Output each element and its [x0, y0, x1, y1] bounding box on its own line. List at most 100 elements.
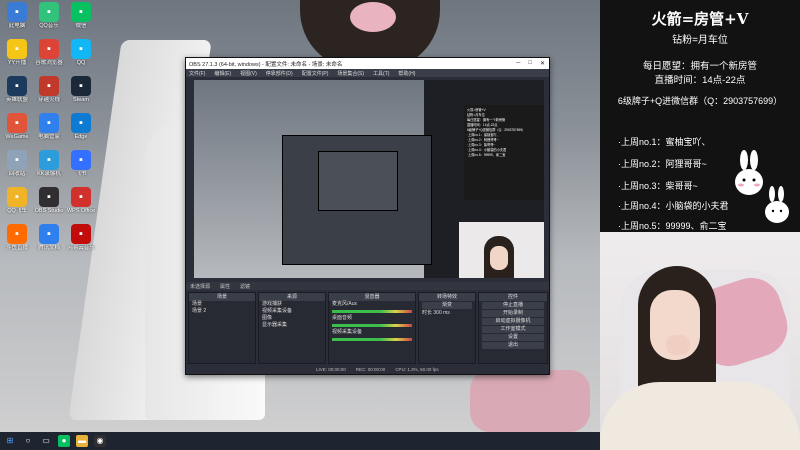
- transition-select[interactable]: 渐变: [422, 302, 472, 309]
- minimize-icon[interactable]: ─: [516, 60, 520, 67]
- scenes-dock: 场景 场景 场景 2: [188, 292, 256, 364]
- maximize-icon[interactable]: □: [528, 60, 532, 67]
- webcam-hand: [666, 335, 690, 355]
- mixer-dock: 混音器 麦克风/Aux 桌面音频 视频采集设备: [328, 292, 416, 364]
- sources-dock-title: 来源: [259, 293, 325, 301]
- taskbar: ⊞ ○ ▭ ● ▬ ◉: [0, 432, 600, 450]
- desktop-icon-label: 回收站: [8, 171, 26, 177]
- menu-tools[interactable]: 工具(T): [373, 70, 389, 77]
- audio-meter: [332, 338, 412, 341]
- webcam-sweater: [600, 382, 800, 450]
- scene-item[interactable]: 场景: [189, 301, 255, 308]
- desktop-icon-label: 斗鱼直播: [5, 245, 28, 251]
- preview-nested-obs: [282, 135, 432, 265]
- menu-view[interactable]: 视图(V): [240, 70, 257, 77]
- desktop-icon[interactable]: ▪ WeGame: [0, 113, 34, 141]
- wegame-icon: ▪: [7, 113, 27, 133]
- desktop-icon[interactable]: ▪ YY开播: [0, 39, 34, 67]
- obs-titlebar[interactable]: OBS 27.1.3 (64-bit, windows) - 配置文件: 未命名…: [186, 58, 549, 69]
- wallpaper-pink-cushion: [470, 370, 590, 432]
- scene-item[interactable]: 场景 2: [189, 308, 255, 315]
- close-icon[interactable]: ✕: [540, 60, 545, 67]
- source-item[interactable]: 游戏捕获: [259, 301, 325, 308]
- obs-window[interactable]: OBS 27.1.3 (64-bit, windows) - 配置文件: 未命名…: [185, 57, 550, 375]
- properties-button[interactable]: 属性: [220, 283, 230, 290]
- explorer-icon[interactable]: ▬: [76, 435, 88, 447]
- desktop-icon[interactable]: ▪ 此电脑: [0, 2, 34, 30]
- steam-icon: ▪: [71, 76, 91, 96]
- preview-webcam: [459, 222, 544, 278]
- cpu-status: CPU: 1.3%, 60.00 fps: [395, 366, 439, 372]
- preview-nested-obs-inner: [318, 151, 398, 211]
- stop-streaming-button[interactable]: 停止直播: [482, 302, 544, 309]
- feishu-icon: ▪: [71, 150, 91, 170]
- audio-meter: [332, 310, 412, 313]
- desktop-icon[interactable]: ▪ 英雄联盟: [0, 76, 34, 104]
- obs-source-toolbar: 未选择源 属性 滤镜: [186, 282, 549, 290]
- desktop-icon[interactable]: ▪ QQ: [64, 39, 98, 67]
- desktop-icon[interactable]: ▪ QQ音乐: [32, 2, 66, 30]
- bunny-sticker-small-icon: [765, 186, 789, 223]
- qq-icon: ▪: [71, 39, 91, 59]
- desktop-icon[interactable]: ▪ 穿越火线: [32, 76, 66, 104]
- filters-button[interactable]: 滤镜: [240, 283, 250, 290]
- obs-preview-canvas[interactable]: 火箭=房管+V 钻粉=月车位 每日愿望：拥有一个新房管 直播时间：14点-22点…: [194, 80, 544, 278]
- desktop-icon[interactable]: ▪ 回收站: [0, 150, 34, 178]
- screen: ▪ 此电脑 ▪ YY开播 ▪ 英雄联盟 ▪ WeGame ▪ 回收站 ▪ QQ飞车 ▪ 斗鱼直播 ▪ QQ音乐…: [0, 0, 800, 450]
- settings-button[interactable]: 设置: [482, 334, 544, 341]
- desktop-icon-label: QQ: [76, 60, 86, 66]
- desktop-icon[interactable]: ▪ Edge: [64, 113, 98, 141]
- menu-file[interactable]: 文件(F): [189, 70, 205, 77]
- source-item[interactable]: 图像: [259, 315, 325, 322]
- start-icon[interactable]: ⊞: [4, 435, 16, 447]
- wechat-icon: ▪: [71, 2, 91, 22]
- obs-menubar: 文件(F) 编辑(E) 视图(V) 停靠部件(D) 配置文件(P) 场景集合(S…: [186, 69, 549, 77]
- desktop-icon-label: KK录像机: [37, 171, 61, 177]
- transition-duration[interactable]: 时长 300 ms: [419, 310, 475, 317]
- preview-sign-rank: ·上周no.5：99999、俞二宝: [467, 153, 506, 157]
- chrome-icon: ▪: [39, 39, 59, 59]
- desktop-icon[interactable]: ▪ 谷歌浏览器: [32, 39, 66, 67]
- desktop-icon[interactable]: ▪ 网易云音乐: [64, 224, 98, 252]
- sign-rank-3: ·上周no.3：柴哥哥~: [618, 181, 698, 191]
- desktop-icon[interactable]: ▪ Steam: [64, 76, 98, 104]
- desktop-icon[interactable]: ▪ KK录像机: [32, 150, 66, 178]
- desktop-icon[interactable]: ▪ OBS Studio: [32, 187, 66, 215]
- preview-sign-panel: 火箭=房管+V 钻粉=月车位 每日愿望：拥有一个新房管 直播时间：14点-22点…: [464, 105, 544, 200]
- menu-help[interactable]: 帮助(H): [398, 70, 415, 77]
- sign-subtitle: 钻粉=月车位: [672, 35, 728, 46]
- desktop-icon[interactable]: ▪ 微信: [64, 2, 98, 30]
- desktop-icon-label: 飞书: [75, 171, 87, 177]
- exit-button[interactable]: 退出: [482, 342, 544, 349]
- sign-hours: 直播时间：14点-22点: [654, 75, 746, 86]
- desktop-icon-label: 网易云音乐: [67, 245, 95, 251]
- menu-scene-collection[interactable]: 场景集合(S): [337, 70, 364, 77]
- menu-docks[interactable]: 停靠部件(D): [266, 70, 293, 77]
- task-view-icon[interactable]: ▭: [40, 435, 52, 447]
- desktop-icon[interactable]: ▪ QQ飞车: [0, 187, 34, 215]
- kk-icon: ▪: [39, 150, 59, 170]
- desktop-icon[interactable]: ▪ WPS Office: [64, 187, 98, 215]
- desktop-icon-label: Steam: [73, 97, 89, 103]
- scenes-dock-title: 场景: [189, 293, 255, 301]
- desktop-icon[interactable]: ▪ 斗鱼直播: [0, 224, 34, 252]
- source-item[interactable]: 视频采集设备: [259, 308, 325, 315]
- mixer-channel-label: 麦克风/Aux: [332, 301, 358, 307]
- desktop-icon[interactable]: ▪ 电脑管家: [32, 113, 66, 141]
- obs-statusbar: LIVE: 00:00:00 REC: 00:00:00 CPU: 1.3%, …: [186, 364, 549, 374]
- menu-edit[interactable]: 编辑(E): [214, 70, 231, 77]
- studio-mode-button[interactable]: 工作室模式: [482, 326, 544, 333]
- search-icon[interactable]: ○: [22, 435, 34, 447]
- webcam-feed: [600, 232, 800, 450]
- rec-status: REC: 00:00:00: [355, 366, 386, 372]
- source-item[interactable]: 显示器采集: [259, 322, 325, 329]
- obs-icon[interactable]: ◉: [94, 435, 106, 447]
- mixer-channel-label: 桌面音频: [332, 315, 353, 321]
- virtual-camera-button[interactable]: 启动虚拟摄像机: [482, 318, 544, 325]
- desktop-icon-label: WeGame: [5, 134, 29, 140]
- wechat-icon[interactable]: ●: [58, 435, 70, 447]
- menu-profile[interactable]: 配置文件(P): [302, 70, 329, 77]
- desktop-icon[interactable]: ▪ 腾讯文档: [32, 224, 66, 252]
- desktop-icon[interactable]: ▪ 飞书: [64, 150, 98, 178]
- start-recording-button[interactable]: 开始录制: [482, 310, 544, 317]
